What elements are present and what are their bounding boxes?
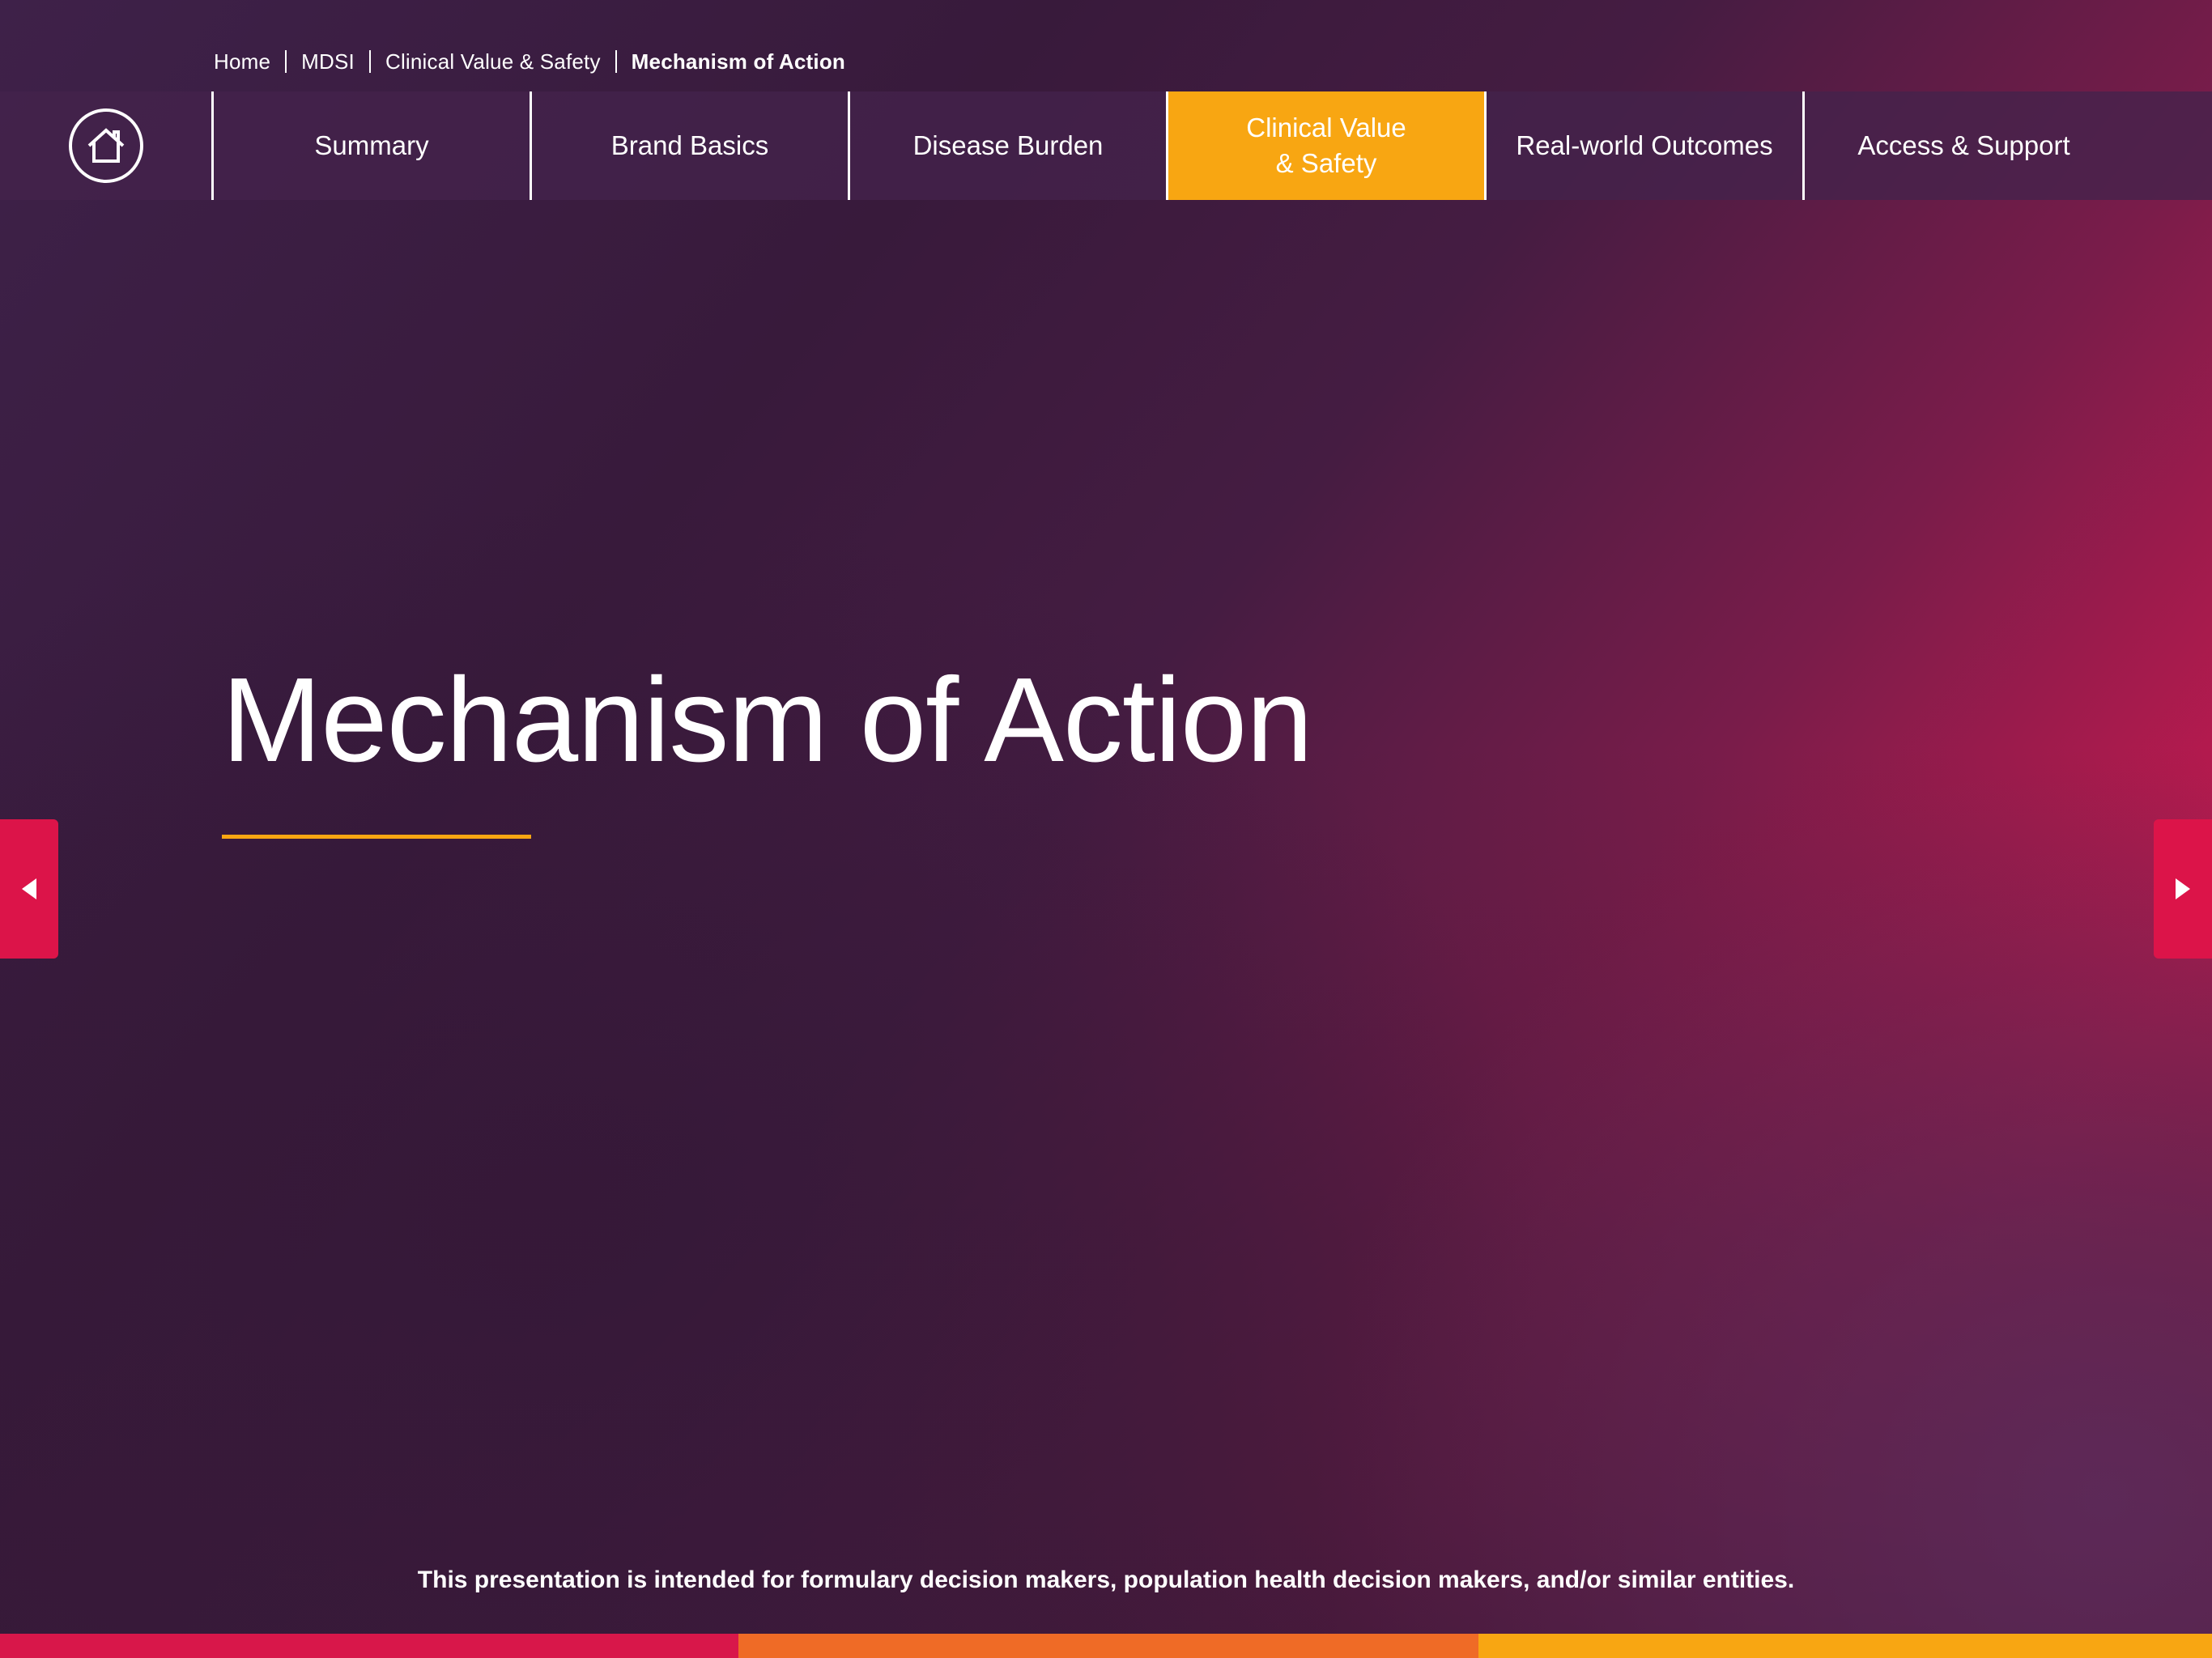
previous-slide-button[interactable] <box>0 819 58 959</box>
tab-disease-burden[interactable]: Disease Burden <box>850 91 1168 200</box>
page-title: Mechanism of Action <box>222 653 1313 787</box>
tab-access-support[interactable]: Access & Support <box>1805 91 2123 200</box>
breadcrumb: Home MDSI Clinical Value & Safety Mechan… <box>214 47 845 76</box>
slide-page: Home MDSI Clinical Value & Safety Mechan… <box>0 0 2212 1658</box>
breadcrumb-separator <box>285 50 287 73</box>
home-nav-cell <box>0 91 214 200</box>
footer-stripe-orange <box>738 1634 1478 1658</box>
breadcrumb-current: Mechanism of Action <box>631 49 845 74</box>
tab-label: Brand Basics <box>610 130 769 160</box>
breadcrumb-home[interactable]: Home <box>214 49 270 74</box>
disclaimer-text: This presentation is intended for formul… <box>417 1567 1795 1593</box>
tab-real-world-outcomes[interactable]: Real-world Outcomes <box>1487 91 1805 200</box>
footer-stripe-yellow <box>1478 1634 2212 1658</box>
next-slide-button[interactable] <box>2154 819 2212 959</box>
footer-stripe-red <box>0 1634 738 1658</box>
title-underline <box>222 835 531 839</box>
caret-left-icon <box>22 878 36 899</box>
tab-summary[interactable]: Summary <box>214 91 532 200</box>
home-icon <box>87 128 124 163</box>
caret-right-icon <box>2176 878 2190 899</box>
tab-clinical-value-safety[interactable]: Clinical Value & Safety <box>1168 91 1487 200</box>
breadcrumb-separator <box>368 50 371 73</box>
home-button[interactable] <box>68 108 143 183</box>
tab-label: Summary <box>314 130 429 160</box>
tab-label: Disease Burden <box>912 130 1104 160</box>
tab-label: Real-world Outcomes <box>1516 130 1773 160</box>
breadcrumb-mdsi[interactable]: MDSI <box>301 49 355 74</box>
breadcrumb-clinical-value[interactable]: Clinical Value & Safety <box>385 49 601 74</box>
tab-label: Clinical Value & Safety <box>1246 113 1406 178</box>
tab-label: Access & Support <box>1857 130 2070 160</box>
main-nav: Summary Brand Basics Disease Burden Clin… <box>0 91 2212 200</box>
tab-brand-basics[interactable]: Brand Basics <box>532 91 850 200</box>
breadcrumb-separator <box>615 50 617 73</box>
background-glow <box>0 0 2212 1658</box>
